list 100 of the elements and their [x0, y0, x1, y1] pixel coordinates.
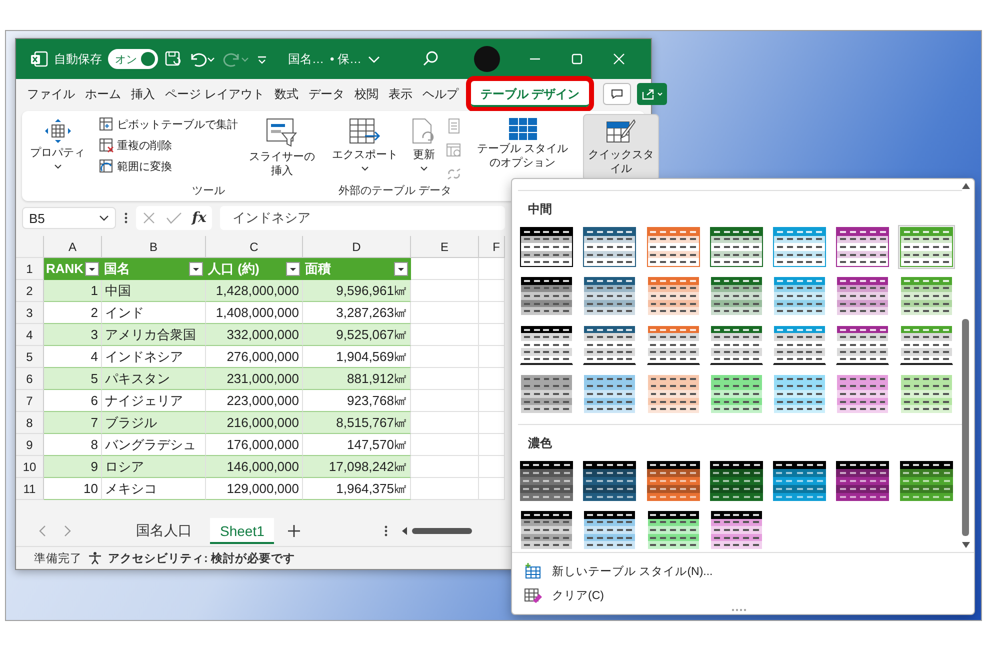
check-icon[interactable] [166, 211, 182, 225]
ribbon-command[interactable]: ピボットテーブルで集計 [97, 116, 240, 133]
document-title: 国名… [288, 50, 324, 68]
row-header[interactable]: 1 [16, 258, 44, 280]
table-style-options-button[interactable]: テーブル スタイルのオプション [470, 114, 575, 174]
column-header[interactable]: D [303, 236, 411, 258]
export-button[interactable]: エクスポート [328, 114, 402, 175]
table-style-swatch[interactable] [644, 225, 702, 269]
row-header[interactable]: 9 [16, 434, 44, 456]
table-cell: 9 [44, 456, 102, 478]
ribbon-tab[interactable]: ホーム [80, 81, 126, 107]
add-sheet-icon[interactable] [288, 525, 300, 537]
row-header[interactable]: 3 [16, 302, 44, 324]
horizontal-scrollbar[interactable] [402, 526, 472, 536]
table-cell: 146,000,000 [206, 456, 303, 478]
accessibility-icon[interactable] [88, 551, 102, 565]
table-cell: 923,768㎢ [303, 390, 411, 412]
column-header[interactable]: F [479, 236, 505, 258]
row-header[interactable]: 7 [16, 390, 44, 412]
table-style-swatch[interactable] [518, 459, 575, 503]
ribbon-tab[interactable]: テーブル デザイン [471, 81, 589, 107]
filter-dropdown-icon[interactable] [286, 262, 300, 276]
filter-dropdown-icon[interactable] [85, 262, 99, 276]
previous-sheet-icon[interactable] [38, 525, 48, 537]
table-cell: 17,098,242㎢ [303, 456, 411, 478]
comment-icon[interactable] [602, 83, 631, 105]
table-style-swatch[interactable] [771, 323, 828, 367]
table-style-swatch[interactable] [771, 225, 828, 269]
table-style-swatch[interactable] [581, 459, 638, 503]
save-icon[interactable] [164, 50, 182, 68]
more-icon[interactable] [384, 524, 388, 538]
table-style-swatch[interactable] [708, 225, 765, 269]
row-header[interactable]: 10 [16, 456, 44, 478]
ribbon-tab[interactable]: ファイル [22, 81, 80, 107]
row-header[interactable]: 8 [16, 412, 44, 434]
table-style-swatch[interactable] [518, 372, 575, 416]
sheet-tab[interactable]: Sheet1 [210, 518, 274, 544]
table-style-swatch[interactable] [518, 508, 575, 552]
user-avatar[interactable] [474, 46, 500, 72]
menu-item[interactable]: クリア(C) [520, 583, 608, 607]
row-header[interactable]: 6 [16, 368, 44, 390]
column-header[interactable]: B [102, 236, 206, 258]
table-style-swatch[interactable] [518, 323, 575, 367]
table-style-swatch[interactable] [518, 274, 575, 318]
accessibility-status[interactable]: アクセシビリティ: 検討が必要です [108, 550, 296, 566]
caret-icon [420, 166, 428, 171]
table-style-swatch[interactable] [898, 225, 955, 269]
insert-slicer-button[interactable]: スライサーの挿入 [244, 114, 320, 182]
table-style-swatch[interactable] [581, 323, 638, 367]
properties-button[interactable]: プロパティ [26, 114, 89, 173]
row-header[interactable]: 2 [16, 280, 44, 302]
quick-styles-button[interactable]: クイックスタイル [582, 114, 659, 180]
ribbon-tab[interactable]: 挿入 [126, 81, 160, 107]
table-style-swatch[interactable] [834, 225, 892, 269]
table-style-swatch[interactable] [644, 459, 702, 503]
autosave-toggle[interactable]: オン [108, 49, 158, 69]
table-icon [99, 138, 114, 153]
insert-function-button[interactable]: fx [192, 210, 206, 226]
column-header[interactable]: E [411, 236, 479, 258]
ribbon-tab[interactable]: 校閲 [349, 81, 384, 107]
name-box[interactable]: B5 [22, 207, 116, 229]
table-style-swatch[interactable] [644, 323, 702, 367]
maximize-icon[interactable] [570, 52, 584, 66]
formula-input[interactable]: インドネシア [220, 206, 506, 230]
ribbon-tab[interactable]: データ [303, 81, 350, 107]
table-style-swatch[interactable] [898, 323, 955, 367]
more-icon[interactable] [124, 211, 128, 225]
column-header[interactable]: C [206, 236, 303, 258]
ribbon-tab[interactable]: 数式 [269, 81, 304, 107]
table-style-swatch[interactable] [708, 459, 765, 503]
filter-dropdown-icon[interactable] [189, 262, 203, 276]
column-header[interactable]: A [44, 236, 102, 258]
empty-cell [479, 456, 505, 478]
ribbon-command[interactable]: 範囲に変換 [97, 158, 240, 175]
ribbon-tab[interactable]: ページ レイアウト [160, 81, 270, 107]
ribbon-command[interactable]: 重複の削除 [97, 137, 240, 154]
menu-item[interactable]: 新しいテーブル スタイル(N)... [520, 559, 717, 583]
table-style-swatch[interactable] [834, 323, 892, 367]
filter-dropdown-icon[interactable] [394, 262, 408, 276]
ribbon-tab[interactable]: 表示 [383, 81, 418, 107]
row-header[interactable]: 5 [16, 346, 44, 368]
save-status: • 保… [330, 50, 362, 68]
table-style-swatch[interactable] [518, 225, 575, 269]
search-icon[interactable] [422, 50, 440, 68]
close-icon[interactable] [612, 52, 626, 66]
row-header[interactable]: 11 [16, 478, 44, 500]
table-style-swatch[interactable] [771, 459, 828, 503]
next-sheet-icon[interactable] [62, 525, 72, 537]
table-style-swatch[interactable] [898, 459, 955, 503]
sheet-tab[interactable]: 国名人口 [126, 518, 202, 544]
table-style-swatch[interactable] [834, 459, 892, 503]
table-cell: 8,515,767㎢ [303, 412, 411, 434]
row-header[interactable]: 4 [16, 324, 44, 346]
table-cell: 216,000,000 [206, 412, 303, 434]
table-style-swatch[interactable] [581, 225, 638, 269]
refresh-button[interactable]: 更新 [406, 114, 442, 175]
share-icon[interactable] [636, 83, 667, 105]
table-style-swatch[interactable] [708, 323, 765, 367]
ribbon-tab[interactable]: ヘルプ [417, 81, 464, 107]
empty-cell [479, 478, 505, 500]
